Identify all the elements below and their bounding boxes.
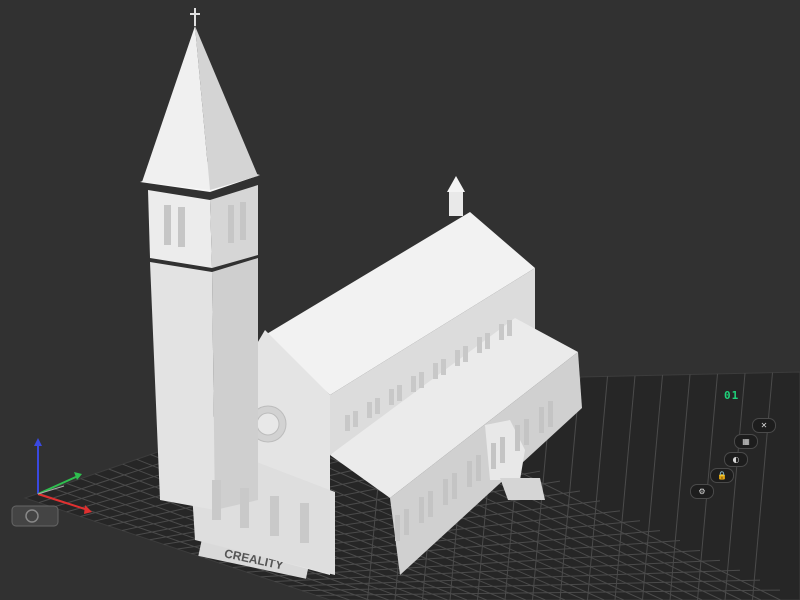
plate-settings-icon[interactable]: ⚙ (690, 484, 714, 499)
lock-plate-icon[interactable]: 🔒 (710, 468, 734, 483)
arrange-icon[interactable]: ▦ (734, 434, 758, 449)
bed-logo-icon (11, 505, 59, 527)
orient-icon[interactable]: ◐ (724, 452, 748, 467)
3d-viewport[interactable]: CREALITY (0, 0, 800, 600)
plate-number-label: 01 (724, 389, 740, 402)
close-plate-icon[interactable]: ✕ (752, 418, 776, 433)
